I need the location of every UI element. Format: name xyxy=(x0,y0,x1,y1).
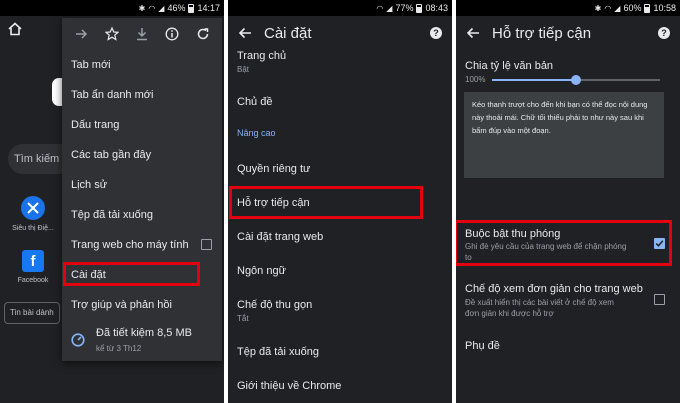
highlight-box xyxy=(63,262,200,286)
settings-item-lite-mode[interactable]: Chế độ thu gọn xyxy=(237,299,312,311)
forward-icon[interactable] xyxy=(71,24,91,44)
data-saver-summary[interactable]: Đã tiết kiệm 8,5 MB kể từ 3 Th12 xyxy=(62,323,222,359)
battery-icon xyxy=(188,3,195,13)
menu-item-help-feedback[interactable]: Trợ giúp và phản hồi xyxy=(62,290,222,320)
section-header-advanced: Nâng cao xyxy=(237,128,276,138)
simplified-view-description: Đề xuất hiển thị các bài viết ở chế độ x… xyxy=(465,298,614,307)
menu-item-label: Trang web cho máy tính xyxy=(71,239,189,251)
captions-item[interactable]: Phụ đề xyxy=(465,340,500,352)
settings-item-theme[interactable]: Chủ đề xyxy=(237,96,272,108)
menu-item-desktop-site[interactable]: Trang web cho máy tính xyxy=(62,230,222,260)
chrome-menu-screen: ✱ ◠ ◢ 46% 14:17 Tìm kiếm Siêu thị Điệ...… xyxy=(0,0,224,403)
slider-thumb[interactable] xyxy=(571,75,581,85)
settings-item-subtitle: Bật xyxy=(237,65,250,74)
data-saver-icon xyxy=(71,333,85,347)
clock: 14:17 xyxy=(197,3,220,13)
settings-item-languages[interactable]: Ngôn ngữ xyxy=(237,265,286,277)
menu-item-incognito-tab[interactable]: Tab ẩn danh mới xyxy=(62,80,222,110)
menu-item-downloads[interactable]: Tệp đã tải xuống xyxy=(62,200,222,230)
tools-icon xyxy=(21,196,45,220)
home-icon[interactable] xyxy=(8,22,22,36)
slider-fill xyxy=(492,79,576,81)
text-preview: Kéo thanh trượt cho đến khi bạn có thể đ… xyxy=(464,92,664,178)
help-icon[interactable]: ? xyxy=(424,16,448,50)
clock: 08:43 xyxy=(425,3,448,13)
wifi-icon: ◠ xyxy=(148,3,156,13)
help-icon[interactable]: ? xyxy=(652,16,676,50)
battery-percent: 60% xyxy=(623,3,642,13)
info-icon[interactable] xyxy=(162,24,182,44)
status-bar: ◠ ◢ 77% 08:43 xyxy=(228,0,452,16)
simplified-view-title[interactable]: Chế độ xem đơn giản cho trang web xyxy=(465,283,643,295)
signal-icon: ◢ xyxy=(158,3,165,13)
settings-item-about-chrome[interactable]: Giới thiệu về Chrome xyxy=(237,380,341,392)
overflow-menu: Tab mới Tab ẩn danh mới Dấu trang Các ta… xyxy=(62,18,222,361)
menu-item-recent-tabs[interactable]: Các tab gần đây xyxy=(62,140,222,170)
text-scaling-slider[interactable] xyxy=(492,75,660,85)
accessibility-screen: ✱ ◠ ◢ 60% 10:58 Hỗ trợ tiếp cận ? Chia t… xyxy=(456,0,680,403)
signal-icon: ◢ xyxy=(614,3,621,13)
signal-icon: ◢ xyxy=(386,3,393,13)
back-arrow-icon[interactable] xyxy=(458,16,488,50)
settings-item-privacy[interactable]: Quyền riêng tư xyxy=(237,163,310,175)
wifi-icon: ◠ xyxy=(376,3,384,13)
app-bar: Hỗ trợ tiếp cận ? xyxy=(456,16,680,50)
simplified-view-checkbox[interactable] xyxy=(654,294,665,305)
clock: 10:58 xyxy=(653,3,676,13)
news-feed-header: Tin bài dành xyxy=(4,302,60,324)
menu-item-new-tab[interactable]: Tab mới xyxy=(62,50,222,80)
refresh-icon[interactable] xyxy=(193,24,213,44)
settings-screen: ◠ ◢ 77% 08:43 Cài đặt ? Trang chủ Bật Ch… xyxy=(228,0,452,403)
battery-percent: 46% xyxy=(167,3,186,13)
data-saved-since: kể từ 3 Th12 xyxy=(96,344,142,353)
app-bar: Cài đặt ? xyxy=(228,16,452,50)
shortcut-tile[interactable]: f Facebook xyxy=(10,250,56,284)
desktop-site-checkbox[interactable] xyxy=(201,239,212,250)
bluetooth-icon: ✱ xyxy=(138,3,146,13)
text-scaling-label: Chia tỷ lệ văn bản xyxy=(465,60,554,72)
text-scaling-value: 100% xyxy=(465,75,486,84)
search-box[interactable]: Tìm kiếm xyxy=(8,144,68,174)
status-bar: ✱ ◠ ◢ 46% 14:17 xyxy=(0,0,224,16)
settings-item-downloads[interactable]: Tệp đã tải xuống xyxy=(237,346,319,358)
battery-percent: 77% xyxy=(395,3,414,13)
status-bar: ✱ ◠ ◢ 60% 10:58 xyxy=(456,0,680,16)
simplified-view-description-cont: đơn giản khi được hỗ trợ xyxy=(465,309,554,318)
menu-item-bookmarks[interactable]: Dấu trang xyxy=(62,110,222,140)
page-title: Hỗ trợ tiếp cận xyxy=(492,24,592,42)
settings-item-subtitle: Tắt xyxy=(237,314,249,323)
bluetooth-icon: ✱ xyxy=(594,3,602,13)
battery-icon xyxy=(644,3,651,13)
shortcut-label: Facebook xyxy=(17,277,49,284)
battery-icon xyxy=(416,3,423,13)
data-saved-amount: Đã tiết kiệm 8,5 MB xyxy=(96,327,192,339)
settings-item-homepage[interactable]: Trang chủ xyxy=(237,50,286,62)
menu-icon-row xyxy=(62,18,222,50)
back-arrow-icon[interactable] xyxy=(230,16,260,50)
facebook-icon: f xyxy=(22,250,44,272)
page-title: Cài đặt xyxy=(264,24,312,42)
star-icon[interactable] xyxy=(102,24,122,44)
menu-item-history[interactable]: Lịch sử xyxy=(62,170,222,200)
wifi-icon: ◠ xyxy=(604,3,612,13)
highlight-box xyxy=(456,220,672,266)
highlight-box xyxy=(229,186,423,219)
shortcut-tile[interactable]: Siêu thị Điệ... xyxy=(10,196,56,232)
settings-item-site-settings[interactable]: Cài đặt trang web xyxy=(237,231,323,243)
download-icon[interactable] xyxy=(132,24,152,44)
shortcut-label: Siêu thị Điệ... xyxy=(12,225,54,232)
